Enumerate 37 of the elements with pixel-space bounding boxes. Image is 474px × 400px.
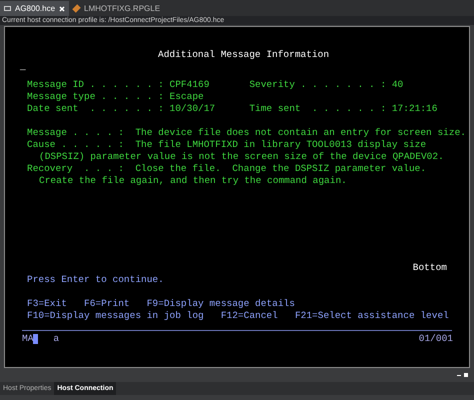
prompt-text: Press Enter to continue. — [27, 274, 164, 286]
cursor-position: 01/001 — [418, 333, 453, 345]
field-label: Severity . . . . . . . : — [249, 79, 388, 91]
detail-label: Recovery . . . : — [27, 163, 125, 175]
detail-text: Create the file again, and then try the command again. — [39, 175, 347, 187]
detail-text: Close the file. Change the DSPSIZ parameter value. — [135, 163, 426, 175]
field-value: 17:21:16 — [392, 103, 438, 115]
field-value: 40 — [392, 79, 404, 91]
function-key-hint[interactable]: F9=Display message details — [146, 298, 295, 310]
field-value: 10/30/17 — [170, 103, 216, 115]
minimize-icon[interactable] — [457, 374, 461, 376]
detail-text: The device file does not contain an entry for screen size. — [135, 127, 466, 139]
function-key-hint[interactable]: F21=Select assistance level — [294, 310, 449, 322]
cursor-block — [33, 334, 38, 344]
field-label: Message ID . . . . . . : — [27, 79, 165, 91]
function-key-hint[interactable]: F6=Print — [84, 298, 130, 310]
function-key-hint[interactable]: F10=Display messages in job log — [27, 310, 204, 322]
close-icon[interactable] — [59, 6, 66, 12]
field-label: Message type . . . . . : — [27, 91, 165, 103]
bottom-marker: Bottom — [412, 262, 447, 274]
field-value: Escape — [170, 91, 205, 103]
input-field-value: a — [53, 333, 60, 345]
detail-text: The file LMHOTFIXD in library TOOL0013 display size — [135, 139, 426, 151]
editor-tab[interactable]: LMHOTFIXG.RPGLE — [69, 1, 164, 16]
status-indicator: MA — [22, 333, 34, 345]
detail-text: (DSPSIZ) parameter value is not the screen size of the device QPADEV02. — [39, 151, 444, 163]
screen-title: Additional Message Information — [158, 49, 330, 61]
editor-tab[interactable]: AG800.hce — [0, 1, 70, 16]
function-key-hint[interactable]: F12=Cancel — [220, 310, 278, 322]
detail-label: Cause . . . . . : — [27, 139, 125, 151]
detail-label: Message . . . . : — [27, 127, 125, 139]
function-key-hint[interactable]: F3=Exit — [27, 298, 67, 310]
field-label: Time sent . . . . . . : — [249, 103, 388, 115]
field-label: Date sent . . . . . . : — [27, 103, 165, 115]
field-value: CPF4169 — [170, 79, 210, 91]
monitor-icon — [4, 6, 11, 11]
text-cursor: _ — [20, 61, 26, 73]
